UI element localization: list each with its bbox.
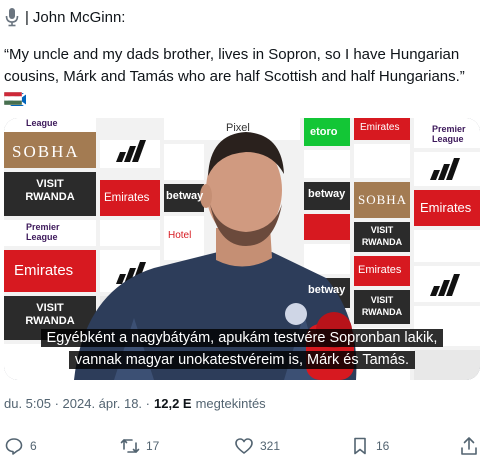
- microphone-icon: [5, 8, 19, 27]
- board-visit-rwanda-left: VISIT RWANDA: [25, 178, 75, 203]
- header-separator: |: [25, 8, 29, 26]
- subtitle-line-1: Egyébként a nagybátyám, apukám testvére …: [4, 328, 480, 349]
- view-count: 12,2 E: [154, 396, 192, 411]
- share-icon: [461, 437, 477, 455]
- board-emirates-right: Emirates: [420, 200, 472, 215]
- tweet-timestamp[interactable]: du. 5:05 · 2024. ápr. 18. ·: [4, 396, 150, 411]
- tweet-media[interactable]: League SOBHA VISIT RWANDA Emirates Premi…: [4, 118, 480, 380]
- board-visit-rwanda-left-2: VISIT RWANDA: [25, 302, 75, 327]
- board-premier-league-mid: Premier League: [26, 222, 60, 242]
- reply-icon: [5, 438, 23, 455]
- board-etoro: etoro: [310, 126, 338, 138]
- board-sobha-left: SOBHA: [12, 142, 80, 161]
- subtitle-line-2: vannak magyar unokatestvéreim is, Márk é…: [4, 350, 480, 371]
- board-betway-mid: betway: [166, 190, 204, 202]
- reply-count: 6: [30, 439, 37, 453]
- like-button[interactable]: 321: [234, 434, 280, 458]
- view-count-label: megtekintés: [195, 396, 266, 411]
- board-premier-league-top: League: [26, 118, 58, 128]
- author-name: John McGinn:: [32, 8, 126, 26]
- board-visit-rwanda-right-2: VISIT RWANDA: [361, 295, 403, 317]
- board-premier-league-right: Premier League: [432, 124, 466, 144]
- tweet-text: “My uncle and my dads brother, lives in …: [4, 44, 478, 110]
- board-emirates-right-2: Emirates: [358, 264, 402, 276]
- tweet-actions: 6 17 321 16: [4, 434, 478, 458]
- repost-button[interactable]: 17: [120, 434, 159, 458]
- bookmark-icon: [354, 437, 366, 455]
- board-visit-rwanda-right: VISIT RWANDA: [361, 225, 403, 247]
- board-pixel: Pixel: [226, 122, 250, 134]
- repost-icon: [120, 439, 140, 453]
- tweet-meta: du. 5:05 · 2024. ápr. 18. · 12,2 E megte…: [4, 396, 266, 411]
- board-emirates-top-right: Emirates: [360, 122, 400, 133]
- reply-button[interactable]: 6: [4, 434, 37, 458]
- bookmark-button[interactable]: 16: [350, 434, 389, 458]
- board-emirates-left: Emirates: [104, 192, 150, 204]
- quote-text: “My uncle and my dads brother, lives in …: [4, 46, 465, 85]
- board-emirates-left-2: Emirates: [14, 262, 74, 279]
- repost-count: 17: [146, 439, 160, 453]
- board-betway-right-2: betway: [308, 284, 346, 296]
- like-count: 321: [260, 439, 281, 453]
- board-hotels: Hotel: [168, 230, 192, 241]
- share-button[interactable]: [460, 434, 480, 458]
- heart-icon: [235, 438, 253, 454]
- tweet-header: | John McGinn:: [4, 6, 125, 28]
- board-betway-right: betway: [308, 188, 346, 200]
- hungary-flag-icon: [4, 92, 22, 105]
- bookmark-count: 16: [376, 439, 390, 453]
- board-sobha-right: SOBHA: [358, 192, 408, 207]
